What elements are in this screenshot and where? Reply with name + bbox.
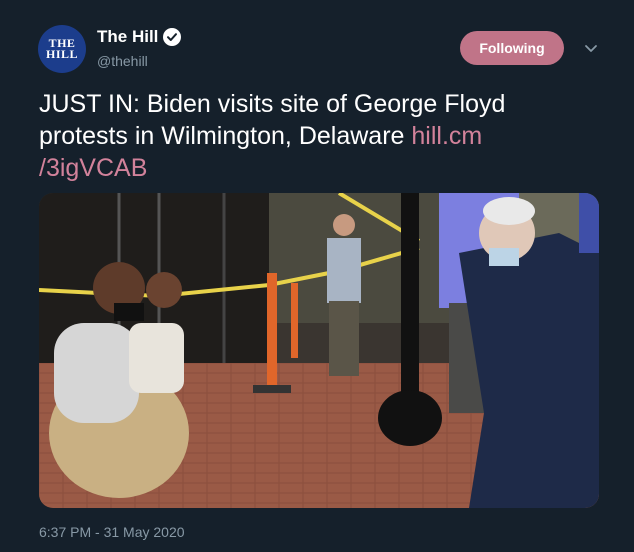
avatar[interactable]: THE HILL	[38, 25, 86, 73]
tweet-link-part2[interactable]: /3igVCAB	[39, 154, 147, 182]
following-button[interactable]: Following	[460, 31, 564, 65]
display-name-row[interactable]: The Hill	[97, 27, 182, 47]
avatar-text-line2: HILL	[45, 47, 78, 61]
photo-illustration	[39, 193, 599, 508]
account-handle[interactable]: @thehill	[97, 53, 148, 69]
chevron-down-icon[interactable]	[583, 40, 599, 56]
tweet-text: JUST IN: Biden visits site of George Flo…	[39, 88, 599, 184]
tweet-timestamp[interactable]: 6:37 PM - 31 May 2020	[39, 524, 185, 540]
tweet-link-part1[interactable]: hill.cm	[411, 122, 482, 150]
verified-badge-icon	[163, 28, 182, 46]
display-name[interactable]: The Hill	[97, 27, 158, 47]
tweet-photo[interactable]	[39, 193, 599, 508]
